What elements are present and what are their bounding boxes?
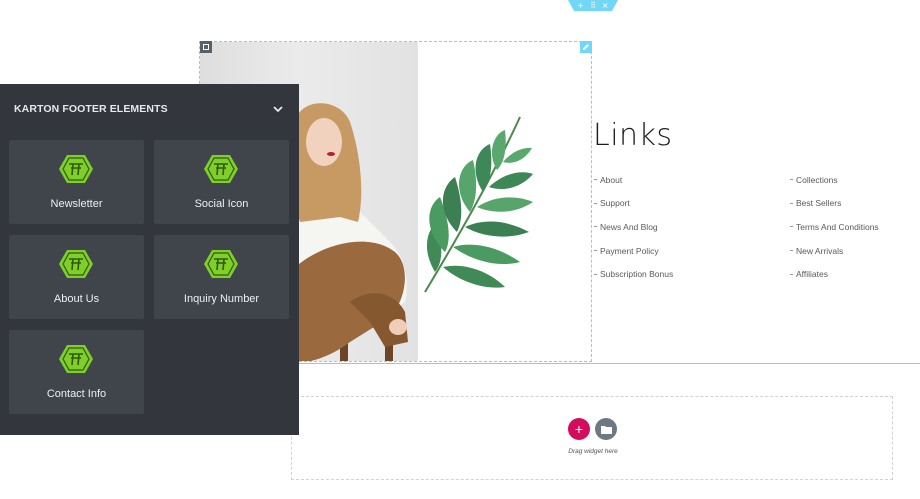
karton-widget-icon	[59, 250, 93, 278]
widget-label: Inquiry Number	[183, 293, 260, 305]
widget-inquiry-number[interactable]: Inquiry Number	[154, 235, 289, 319]
link-item[interactable]: Subscription Bonus	[594, 262, 673, 286]
links-list-left: About Support News And Blog Payment Poli…	[594, 168, 673, 286]
link-item[interactable]: Collections	[790, 168, 879, 192]
link-item[interactable]: Best Sellers	[790, 192, 879, 216]
add-element-button[interactable]: +	[568, 418, 590, 440]
widget-social-icon[interactable]: Social Icon	[154, 140, 289, 224]
add-section-icon[interactable]: +	[577, 1, 584, 10]
chevron-down-icon[interactable]	[272, 104, 284, 114]
drag-section-icon[interactable]: ⠿	[590, 1, 596, 10]
links-heading: Links	[593, 118, 673, 153]
links-list-right: Collections Best Sellers Terms And Condi…	[790, 168, 879, 286]
folder-icon	[600, 425, 612, 434]
widget-edit-handle[interactable]	[580, 41, 592, 53]
karton-widget-icon	[59, 345, 93, 373]
karton-widget-icon	[204, 250, 238, 278]
pencil-icon	[583, 44, 589, 50]
drop-zone-hint: Drag widget here	[568, 448, 618, 455]
widget-about-us[interactable]: About Us	[9, 235, 144, 319]
column-icon	[203, 44, 209, 50]
palm-leaf-illustration	[424, 116, 533, 293]
link-item[interactable]: Terms And Conditions	[790, 215, 879, 239]
delete-section-icon[interactable]: ×	[602, 1, 609, 10]
widget-label: About Us	[53, 293, 100, 305]
add-template-button[interactable]	[595, 418, 617, 440]
link-item[interactable]: News And Blog	[594, 215, 673, 239]
section-boundary	[199, 363, 920, 364]
widget-drop-zone[interactable]	[291, 396, 893, 480]
link-item[interactable]: About	[594, 168, 673, 192]
karton-widget-icon	[59, 155, 93, 183]
column-edit-handle[interactable]	[200, 41, 212, 53]
widget-contact-info[interactable]: Contact Info	[9, 330, 144, 414]
panel-category-title[interactable]: KARTON FOOTER ELEMENTS	[14, 103, 168, 115]
section-handle[interactable]: + ⠿ ×	[568, 0, 618, 11]
elements-panel: KARTON FOOTER ELEMENTS Newsletter Social…	[0, 84, 299, 435]
link-item[interactable]: Payment Policy	[594, 239, 673, 263]
widget-newsletter[interactable]: Newsletter	[9, 140, 144, 224]
link-item[interactable]: New Arrivals	[790, 239, 879, 263]
widget-label: Social Icon	[194, 198, 249, 210]
link-item[interactable]: Support	[594, 192, 673, 216]
karton-widget-icon	[204, 155, 238, 183]
widget-label: Newsletter	[50, 198, 103, 210]
widget-label: Contact Info	[46, 388, 107, 400]
link-item[interactable]: Affiliates	[790, 262, 879, 286]
